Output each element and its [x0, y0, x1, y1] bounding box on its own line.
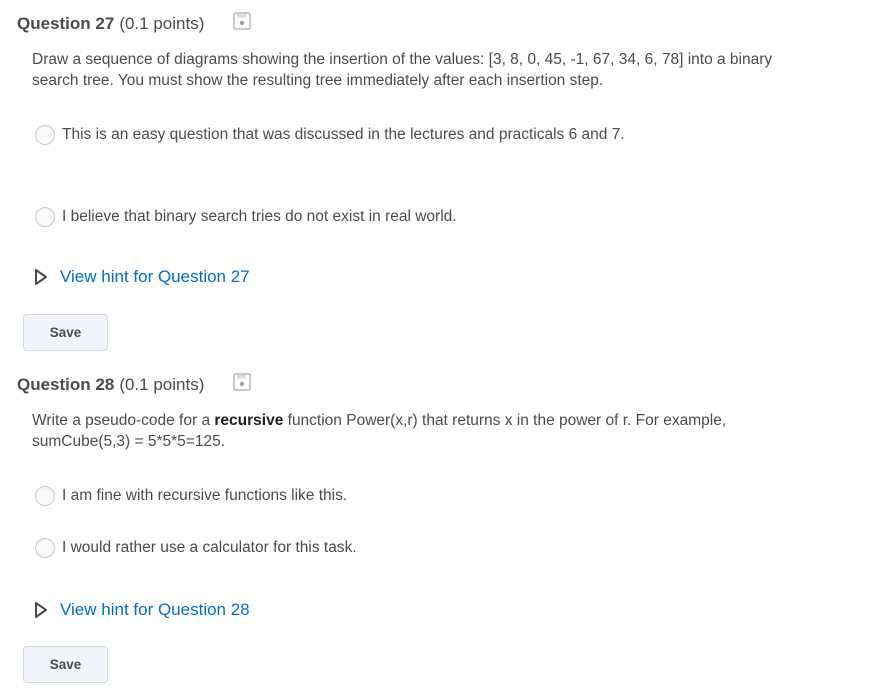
- option-1[interactable]: This is an easy question that was discus…: [35, 123, 625, 147]
- question-header: Question 28 (0.1 points): [17, 373, 204, 397]
- prompt-text: Write a pseudo-code for a: [32, 412, 215, 429]
- question-prompt: Draw a sequence of diagrams showing the …: [32, 49, 792, 91]
- option-2[interactable]: I would rather use a calculator for this…: [35, 536, 357, 560]
- triangle-right-icon: [35, 602, 47, 618]
- radio-button[interactable]: [35, 538, 55, 558]
- option-label: I believe that binary search tries do no…: [62, 208, 457, 225]
- option-label: I would rather use a calculator for this…: [62, 539, 357, 556]
- question-prompt: Write a pseudo-code for a recursive func…: [32, 410, 792, 452]
- hint-link[interactable]: View hint for Question 28: [60, 600, 250, 620]
- question-points: (0.1 points): [119, 14, 205, 33]
- option-1[interactable]: I am fine with recursive functions like …: [35, 484, 347, 508]
- question-points: (0.1 points): [119, 375, 205, 394]
- hint-toggle[interactable]: View hint for Question 27: [34, 265, 250, 289]
- floppy-disk-icon: [233, 373, 251, 391]
- save-button[interactable]: Save: [23, 314, 108, 351]
- hint-link[interactable]: View hint for Question 27: [60, 267, 250, 287]
- option-label: I am fine with recursive functions like …: [62, 487, 348, 504]
- triangle-right-icon: [35, 269, 47, 285]
- radio-button[interactable]: [35, 125, 55, 145]
- prompt-text: Draw a sequence of diagrams showing the …: [32, 51, 773, 89]
- question-header: Question 27 (0.1 points): [17, 12, 204, 36]
- floppy-disk-icon: [233, 12, 251, 30]
- question-title: Question 27: [17, 14, 115, 33]
- save-button[interactable]: Save: [23, 646, 108, 683]
- question-title: Question 28: [17, 375, 115, 394]
- hint-toggle[interactable]: View hint for Question 28: [34, 598, 250, 622]
- radio-button[interactable]: [35, 207, 55, 227]
- option-label: This is an easy question that was discus…: [62, 126, 625, 143]
- radio-button[interactable]: [35, 486, 55, 506]
- prompt-bold-text: recursive: [214, 412, 284, 429]
- option-2[interactable]: I believe that binary search tries do no…: [35, 205, 457, 229]
